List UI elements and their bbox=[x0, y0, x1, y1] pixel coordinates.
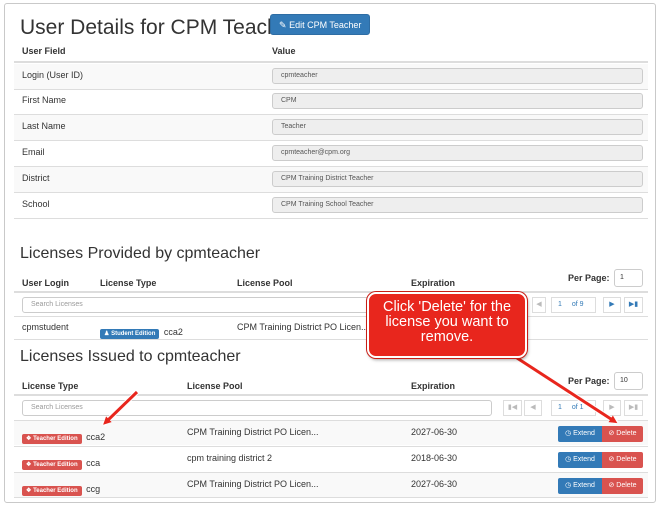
instruction-callout: Click 'Delete' for the license you want … bbox=[367, 292, 527, 358]
annotation-arrows bbox=[101, 355, 619, 427]
arrow-to-badge bbox=[103, 390, 139, 425]
arrow-to-delete bbox=[516, 356, 618, 424]
